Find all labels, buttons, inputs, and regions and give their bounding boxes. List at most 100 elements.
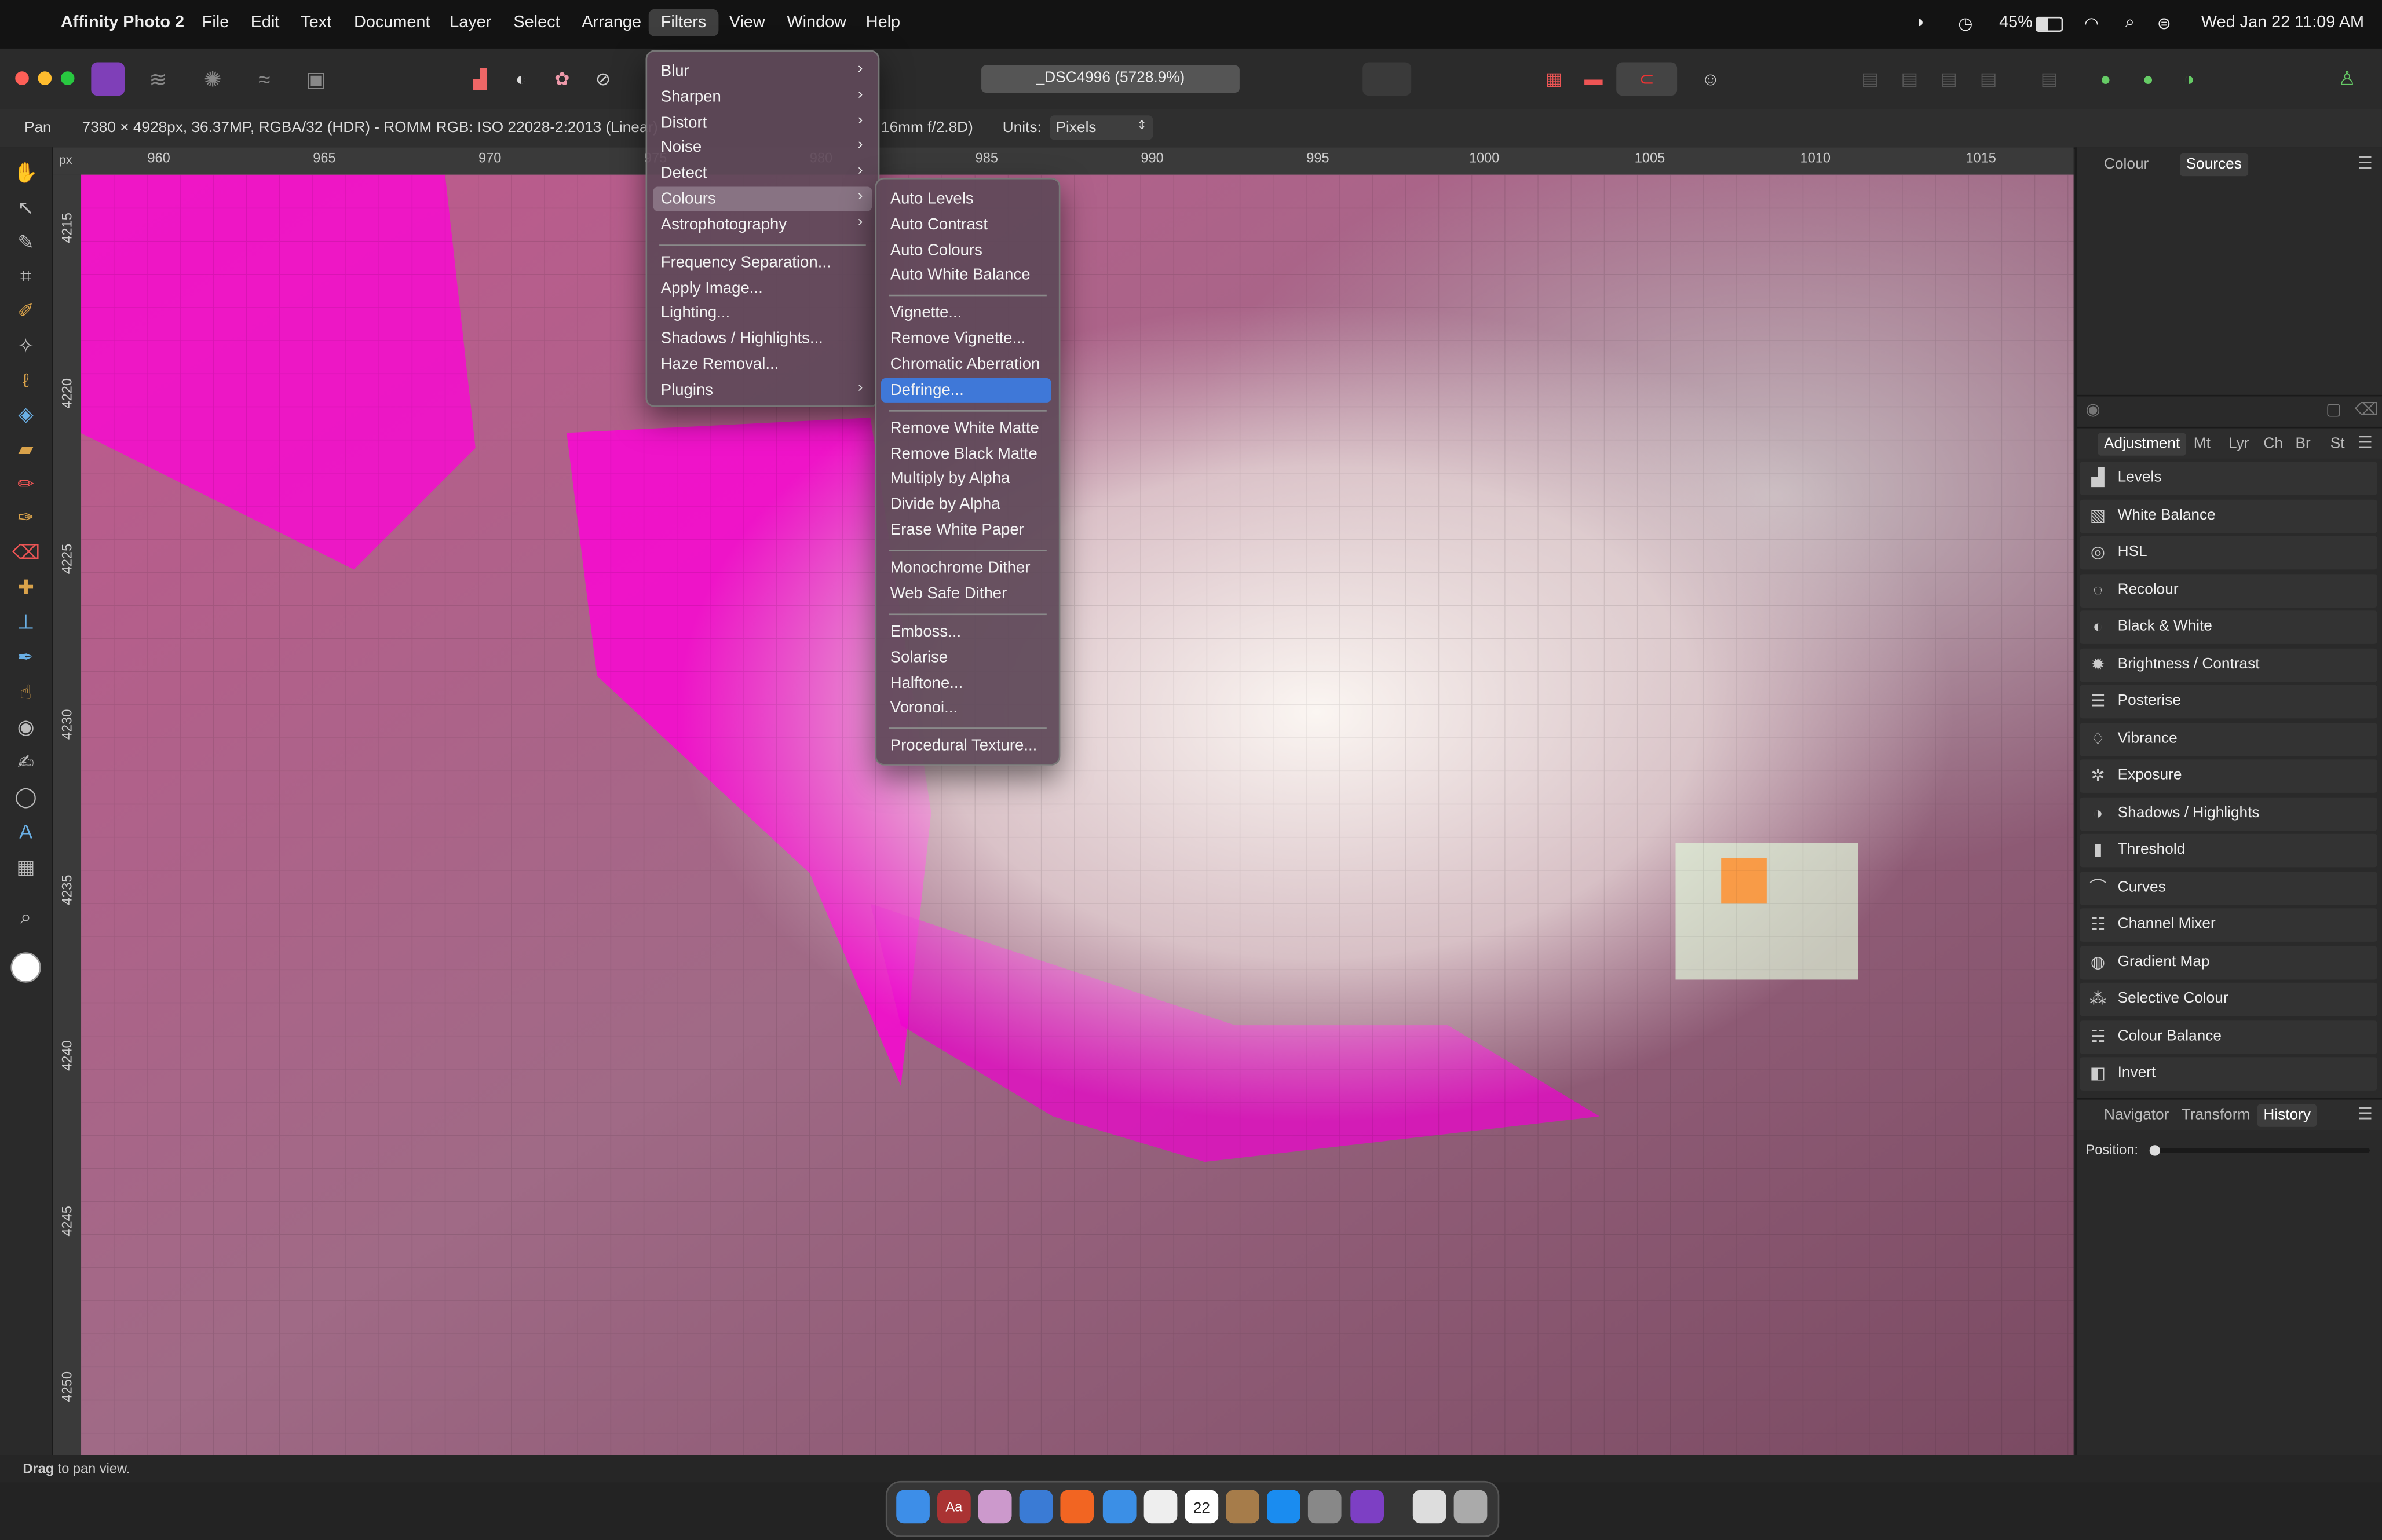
menu-item-vignette[interactable]: Vignette... (890, 303, 962, 321)
menu-window[interactable]: Window (787, 14, 846, 32)
paint-brush-tool-icon[interactable]: ✏ (12, 471, 39, 498)
distribute-icon[interactable]: ▤ (2033, 63, 2066, 96)
selection-mode-icon[interactable]: ▦ (1537, 63, 1571, 96)
document-title[interactable]: _DSC4996 (5728.9%) (981, 65, 1240, 93)
adjustment-selective-colour[interactable]: ⁂ Selective Colour (2080, 982, 2378, 1016)
units-dropdown[interactable]: Pixels ⇕ (1050, 115, 1153, 140)
trash-icon[interactable]: ⌫ (2355, 400, 2379, 419)
wifi-icon[interactable]: ◠ (2084, 14, 2099, 33)
boolean-subtract-icon[interactable]: ● (2131, 63, 2165, 96)
flood-fill-tool-icon[interactable]: ◈ (12, 401, 39, 428)
snapping-icon[interactable]: ⊂ (1616, 62, 1678, 96)
adjustment-white-balance[interactable]: ▧ White Balance (2080, 499, 2378, 533)
tab-mt[interactable]: Mt (2194, 436, 2211, 453)
adjustment-hsl[interactable]: ◎ HSL (2080, 536, 2378, 570)
menu-item-plugins[interactable]: Plugins (661, 381, 713, 399)
menu-item-apply-image[interactable]: Apply Image... (661, 280, 763, 298)
auto-levels-icon[interactable]: ◐ (505, 63, 538, 96)
menu-item-lighting[interactable]: Lighting... (661, 303, 730, 321)
move-back-icon[interactable]: ▤ (1932, 63, 1966, 96)
status-app-icon[interactable]: ◗ (1916, 14, 1926, 32)
shape-tool-icon[interactable]: ◯ (12, 784, 39, 811)
menu-document[interactable]: Document (354, 14, 430, 32)
close-window-button[interactable] (15, 71, 29, 85)
menu-item-halftone[interactable]: Halftone... (890, 674, 963, 692)
clone-brush-tool-icon[interactable]: ⊥ (12, 609, 39, 637)
photo-persona-icon[interactable] (91, 62, 125, 96)
move-forward-icon[interactable]: ▤ (1893, 63, 1927, 96)
menu-item-auto-white-balance[interactable]: Auto White Balance (890, 266, 1031, 284)
panel-menu-icon[interactable]: ☰ (2358, 1104, 2373, 1124)
menu-item-multiply-by-alpha[interactable]: Multiply by Alpha (890, 469, 1010, 487)
maps-icon[interactable] (1143, 1490, 1178, 1524)
menu-text[interactable]: Text (301, 14, 331, 32)
crop-tool-icon[interactable]: ⌗ (12, 263, 39, 290)
freehand-selection-tool-icon[interactable]: ℓ (12, 368, 39, 395)
app-name[interactable]: Affinity Photo 2 (61, 14, 184, 32)
menu-item-auto-contrast[interactable]: Auto Contrast (890, 215, 988, 233)
histogram-icon[interactable]: ▟ (463, 63, 497, 96)
menu-item-sharpen[interactable]: Sharpen (661, 88, 721, 106)
menu-edit[interactable]: Edit (251, 14, 280, 32)
adjustment-brightness-contrast[interactable]: ✹ Brightness / Contrast (2080, 648, 2378, 682)
adjustment-levels[interactable]: ▟ Levels (2080, 462, 2378, 495)
tab-ch[interactable]: Ch (2263, 436, 2283, 453)
dodge-tool-icon[interactable]: ✑ (12, 504, 39, 532)
mesh-warp-tool-icon[interactable]: ▦ (12, 854, 39, 881)
minimize-window-button[interactable] (38, 71, 52, 85)
menubar-datetime[interactable]: Wed Jan 22 11:09 AM (2201, 14, 2364, 32)
menu-item-astrophotography[interactable]: Astrophotography (661, 215, 787, 233)
adjustment-black-white[interactable]: ◐ Black & White (2080, 610, 2378, 644)
dictionary-icon[interactable]: Aa (937, 1490, 971, 1524)
tab-transform[interactable]: Transform (2182, 1107, 2251, 1124)
spotlight-icon[interactable]: ⌕ (2125, 14, 2135, 34)
vertical-ruler[interactable]: 4215 4220 4225 4230 4235 4240 4245 4250 (53, 174, 81, 1455)
auto-white-balance-icon[interactable]: ⊘ (586, 63, 620, 96)
safari-icon[interactable] (1019, 1490, 1053, 1524)
zoom-tool-icon[interactable]: ⌕ (12, 903, 39, 931)
menu-item-voronoi[interactable]: Voronoi... (890, 698, 958, 716)
adjustment-posterise[interactable]: ☰ Posterise (2080, 685, 2378, 719)
smudge-tool-icon[interactable]: ☝ (12, 679, 39, 706)
gradient-tool-icon[interactable]: ▰ (12, 436, 39, 463)
adjustment-recolour[interactable]: ◌ Recolour (2080, 574, 2378, 608)
arrange-icon[interactable]: ▤ (1853, 63, 1887, 96)
menu-item-frequency-separation[interactable]: Frequency Separation... (661, 254, 831, 272)
blemish-tool-icon[interactable]: ✒ (12, 644, 39, 671)
menu-filters[interactable]: Filters (648, 9, 719, 36)
launchpad-icon[interactable] (978, 1490, 1012, 1524)
menu-item-noise[interactable]: Noise (661, 138, 702, 156)
adjustment-curves[interactable]: ⌒ Curves (2080, 872, 2378, 905)
tab-st[interactable]: St (2330, 436, 2345, 453)
auto-colours-icon[interactable]: ✿ (545, 63, 579, 96)
adjustment-exposure[interactable]: ✲ Exposure (2080, 759, 2378, 793)
tab-navigator[interactable]: Navigator (2104, 1107, 2169, 1124)
flood-select-tool-icon[interactable]: ✧ (12, 332, 39, 360)
control-center-icon[interactable]: ⊜ (2157, 14, 2171, 33)
move-tool-icon[interactable]: ↖ (12, 195, 39, 222)
menu-item-web-safe-dither[interactable]: Web Safe Dither (890, 585, 1007, 603)
menu-item-remove-vignette[interactable]: Remove Vignette... (890, 330, 1026, 347)
menu-item-colours[interactable]: Colours (661, 190, 716, 208)
pen-tool-icon[interactable]: ✍ (12, 749, 39, 776)
adjustment-shadows-highlights[interactable]: ◑ Shadows / Highlights (2080, 797, 2378, 831)
liquify-persona-icon[interactable]: ≋ (141, 63, 175, 96)
selection-brush-tool-icon[interactable]: ✐ (12, 298, 39, 325)
adjustment-channel-mixer[interactable]: ☷ Channel Mixer (2080, 908, 2378, 942)
adjustment-gradient-map[interactable]: ◍ Gradient Map (2080, 946, 2378, 980)
app-store-icon[interactable] (1267, 1490, 1300, 1524)
tab-lyr[interactable]: Lyr (2228, 436, 2249, 453)
mask-toggle-icon[interactable]: ▬ (1577, 63, 1610, 96)
affinity-photo-icon[interactable] (1350, 1490, 1384, 1524)
menu-help[interactable]: Help (866, 14, 900, 32)
adjustment-threshold[interactable]: ▮ Threshold (2080, 833, 2378, 868)
develop-persona-icon[interactable]: ✺ (196, 63, 229, 96)
tab-br[interactable]: Br (2295, 436, 2310, 453)
quick-mask-button[interactable] (1362, 62, 1412, 96)
red-eye-tool-icon[interactable]: ◉ (12, 714, 39, 741)
text-tool-icon[interactable]: A (12, 818, 39, 846)
menu-item-erase-white-paper[interactable]: Erase White Paper (890, 521, 1024, 539)
menu-item-monochrome-dither[interactable]: Monochrome Dither (890, 559, 1031, 577)
tab-history[interactable]: History (2257, 1104, 2317, 1127)
boolean-intersect-icon[interactable]: ◑ (2172, 63, 2206, 96)
